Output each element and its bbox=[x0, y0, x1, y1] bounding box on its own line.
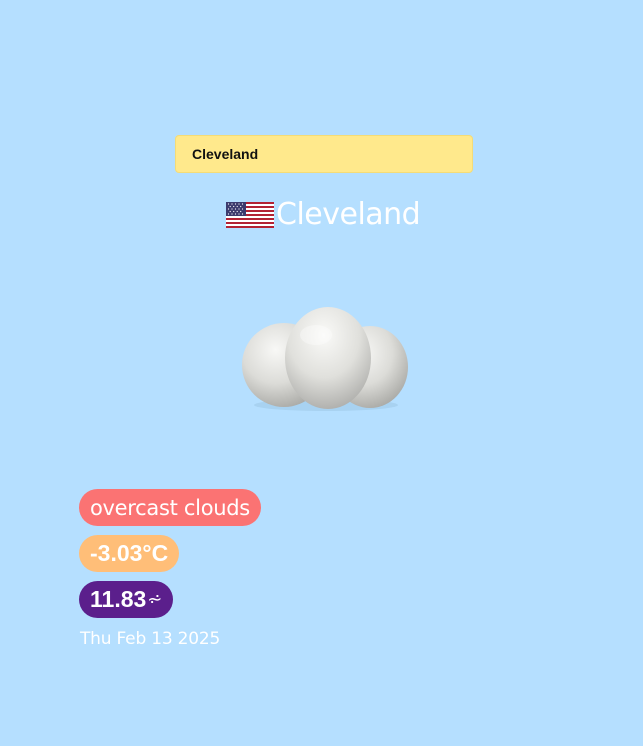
city-search-input[interactable] bbox=[175, 135, 473, 173]
temperature-badge: -3.03°C bbox=[79, 535, 180, 572]
weather-description: overcast clouds bbox=[90, 495, 250, 520]
current-date: Thu Feb 13 2025 bbox=[80, 629, 221, 649]
wind-speed-value: 11.83 bbox=[90, 586, 147, 612]
weather-description-badge: overcast clouds bbox=[79, 489, 261, 526]
temperature-value: -3.03°C bbox=[90, 540, 169, 566]
us-flag-icon bbox=[226, 202, 274, 228]
city-name: Cleveland bbox=[276, 197, 421, 232]
cloud-icon bbox=[242, 307, 408, 411]
wind-icon: ⩫ bbox=[147, 589, 163, 609]
location-heading: Cleveland bbox=[226, 196, 421, 234]
wind-speed-badge: 11.83 ⩫ bbox=[79, 581, 174, 618]
